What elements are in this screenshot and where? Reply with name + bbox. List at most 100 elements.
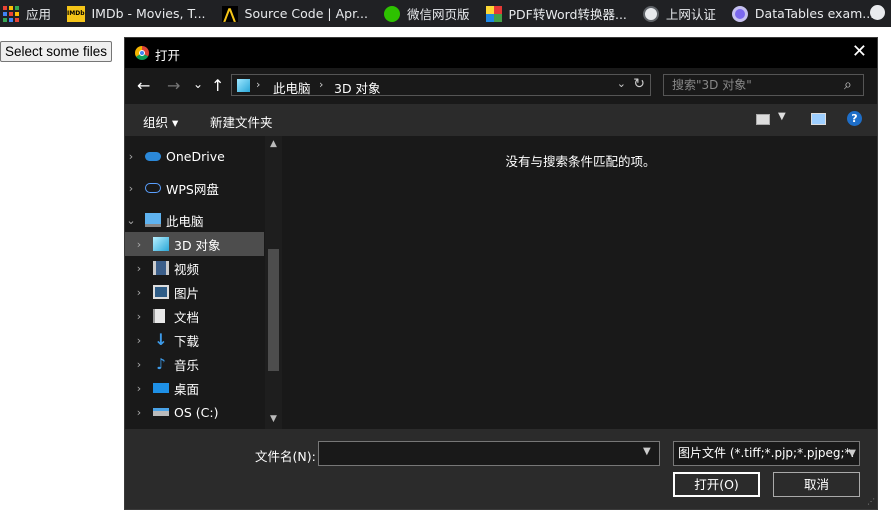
drive-icon — [153, 408, 169, 416]
tree-label: OS (C:) — [174, 404, 219, 420]
tree-label: 文档 — [174, 309, 200, 325]
tree-item-downloads[interactable]: › ↓ 下载 — [125, 328, 264, 352]
navigation-bar: ← → ⌄ ↑ › 此电脑 › 3D 对象 ⌄ ↻ ⌕ — [125, 68, 877, 104]
chevron-right-icon[interactable]: › — [125, 182, 137, 195]
pictures-icon — [153, 285, 169, 299]
bookmark-label: DataTables exam... — [754, 6, 875, 21]
chrome-icon — [135, 46, 149, 60]
breadcrumb-separator: › — [319, 78, 324, 91]
tree-item-pictures[interactable]: › 图片 — [125, 280, 264, 304]
navigation-pane: › OneDrive › WPS网盘 ⌄ 此电脑 › 3D 对象 › 视频 › — [125, 136, 283, 429]
bookmark-label: 上网认证 — [665, 7, 716, 22]
bookmark-network-auth[interactable]: 上网认证 — [642, 0, 716, 27]
apps-grid-icon — [3, 5, 19, 22]
documents-icon — [153, 309, 165, 323]
bookmark-label: PDF转Word转换器... — [508, 7, 627, 22]
open-button[interactable]: 打开(O) — [673, 472, 760, 497]
view-options-icon[interactable] — [756, 114, 770, 125]
address-bar[interactable]: › 此电脑 › 3D 对象 ⌄ ↻ — [231, 74, 651, 96]
bookmark-imdb[interactable]: IMDb IMDb - Movies, T... — [67, 0, 206, 27]
select-files-button[interactable]: Select some files — [0, 41, 112, 62]
chevron-right-icon[interactable]: › — [125, 150, 137, 163]
wps-cloud-icon — [145, 183, 161, 193]
up-button[interactable]: ↑ — [211, 76, 224, 95]
chevron-right-icon[interactable]: › — [133, 334, 145, 347]
help-icon[interactable]: ? — [847, 111, 862, 126]
pdf-converter-icon — [485, 5, 502, 22]
chevron-down-icon[interactable]: ▼ — [778, 111, 786, 122]
file-list-area[interactable]: 没有与搜索条件匹配的项。 — [284, 136, 877, 429]
chevron-right-icon[interactable]: › — [133, 262, 145, 275]
empty-results-message: 没有与搜索条件匹配的项。 — [505, 154, 656, 169]
scroll-up-icon[interactable]: ▲ — [265, 139, 282, 151]
search-icon[interactable]: ⌕ — [844, 77, 852, 93]
file-type-select[interactable]: 图片文件 (*.tiff;*.pjp;*.pjpeg;*. ▼ — [673, 441, 860, 466]
tree-item-this-pc[interactable]: ⌄ 此电脑 — [125, 208, 264, 232]
chevron-right-icon[interactable]: › — [133, 286, 145, 299]
chevron-right-icon[interactable]: › — [133, 382, 145, 395]
chevron-right-icon[interactable]: › — [133, 238, 145, 251]
organize-menu[interactable]: 组织 ▾ — [143, 112, 178, 131]
file-open-dialog: 打开 ✕ ← → ⌄ ↑ › 此电脑 › 3D 对象 ⌄ ↻ ⌕ 组织 ▾ 新建… — [124, 37, 878, 510]
bookmark-datatables[interactable]: DataTables exam... — [731, 0, 875, 27]
refresh-icon[interactable]: ↻ — [633, 76, 645, 92]
globe-icon[interactable] — [870, 5, 885, 20]
tree-item-wps-cloud[interactable]: › WPS网盘 — [125, 176, 264, 200]
file-type-value: 图片文件 (*.tiff;*.pjp;*.pjpeg;*. — [678, 446, 855, 460]
breadcrumb-this-pc[interactable]: 此电脑 — [273, 78, 311, 97]
chevron-down-icon: ▼ — [848, 448, 856, 459]
cancel-button[interactable]: 取消 — [773, 472, 860, 497]
downloads-icon: ↓ — [154, 330, 168, 349]
filename-input[interactable] — [318, 441, 660, 466]
tree-item-os-drive[interactable]: › OS (C:) — [125, 400, 264, 424]
breadcrumb-separator: › — [256, 78, 261, 91]
3d-objects-icon — [153, 237, 169, 251]
3d-objects-icon — [237, 79, 250, 92]
dialog-titlebar: 打开 ✕ — [125, 38, 877, 68]
back-button[interactable]: ← — [137, 76, 150, 95]
tree-item-desktop[interactable]: › 桌面 — [125, 376, 264, 400]
tree-label: 图片 — [174, 285, 200, 301]
forward-button[interactable]: → — [167, 76, 180, 95]
bookmark-label: IMDb - Movies, T... — [91, 6, 206, 21]
search-input[interactable] — [663, 74, 864, 96]
chevron-right-icon[interactable]: › — [133, 406, 145, 419]
close-button[interactable]: ✕ — [852, 41, 867, 62]
tree-item-documents[interactable]: › 文档 — [125, 304, 264, 328]
chevron-right-icon[interactable]: › — [133, 358, 145, 371]
tree-item-onedrive[interactable]: › OneDrive — [125, 144, 264, 168]
bookmark-label: Source Code | Apr... — [244, 6, 368, 21]
bookmark-wechat[interactable]: 微信网页版 — [383, 0, 470, 27]
tree-item-music[interactable]: › ♪ 音乐 — [125, 352, 264, 376]
new-folder-button[interactable]: 新建文件夹 — [210, 112, 273, 131]
breadcrumb-3d-objects[interactable]: 3D 对象 — [334, 78, 381, 97]
tree-item-videos[interactable]: › 视频 — [125, 256, 264, 280]
bookmark-label: 微信网页版 — [406, 7, 470, 22]
tree-label: 桌面 — [174, 381, 200, 397]
bookmark-pdf-converter[interactable]: PDF转Word转换器... — [485, 0, 627, 27]
tree-item-3d-objects[interactable]: › 3D 对象 — [125, 232, 264, 256]
chevron-down-icon[interactable]: ⌄ — [617, 77, 626, 90]
navigation-scrollbar[interactable]: ▲ ▼ — [265, 136, 282, 429]
scrollbar-thumb[interactable] — [268, 249, 279, 371]
datatables-icon — [731, 5, 748, 22]
scroll-down-icon[interactable]: ▼ — [265, 414, 282, 426]
filename-label: 文件名(N): — [255, 449, 316, 464]
tree-label: 3D 对象 — [174, 237, 221, 253]
chevron-down-icon[interactable]: ▼ — [643, 446, 651, 457]
tree-label: OneDrive — [166, 148, 225, 164]
bookmarks-bar: 应用 IMDb IMDb - Movies, T... ⋀ Source Cod… — [0, 0, 891, 27]
preview-pane-icon[interactable] — [811, 113, 826, 125]
bookmark-source-code[interactable]: ⋀ Source Code | Apr... — [221, 0, 368, 27]
tree-label: WPS网盘 — [166, 181, 219, 197]
imdb-icon: IMDb — [67, 5, 85, 22]
wechat-icon — [383, 5, 400, 22]
chevron-right-icon[interactable]: › — [133, 310, 145, 323]
music-icon: ♪ — [156, 355, 166, 373]
resize-grip-icon[interactable]: ⋰ — [865, 497, 875, 507]
tree-label: 此电脑 — [166, 213, 204, 229]
onedrive-icon — [145, 151, 161, 161]
bookmark-apps[interactable]: 应用 — [3, 0, 51, 27]
chevron-down-icon[interactable]: ⌄ — [125, 214, 137, 227]
recent-locations-button[interactable]: ⌄ — [193, 77, 203, 91]
